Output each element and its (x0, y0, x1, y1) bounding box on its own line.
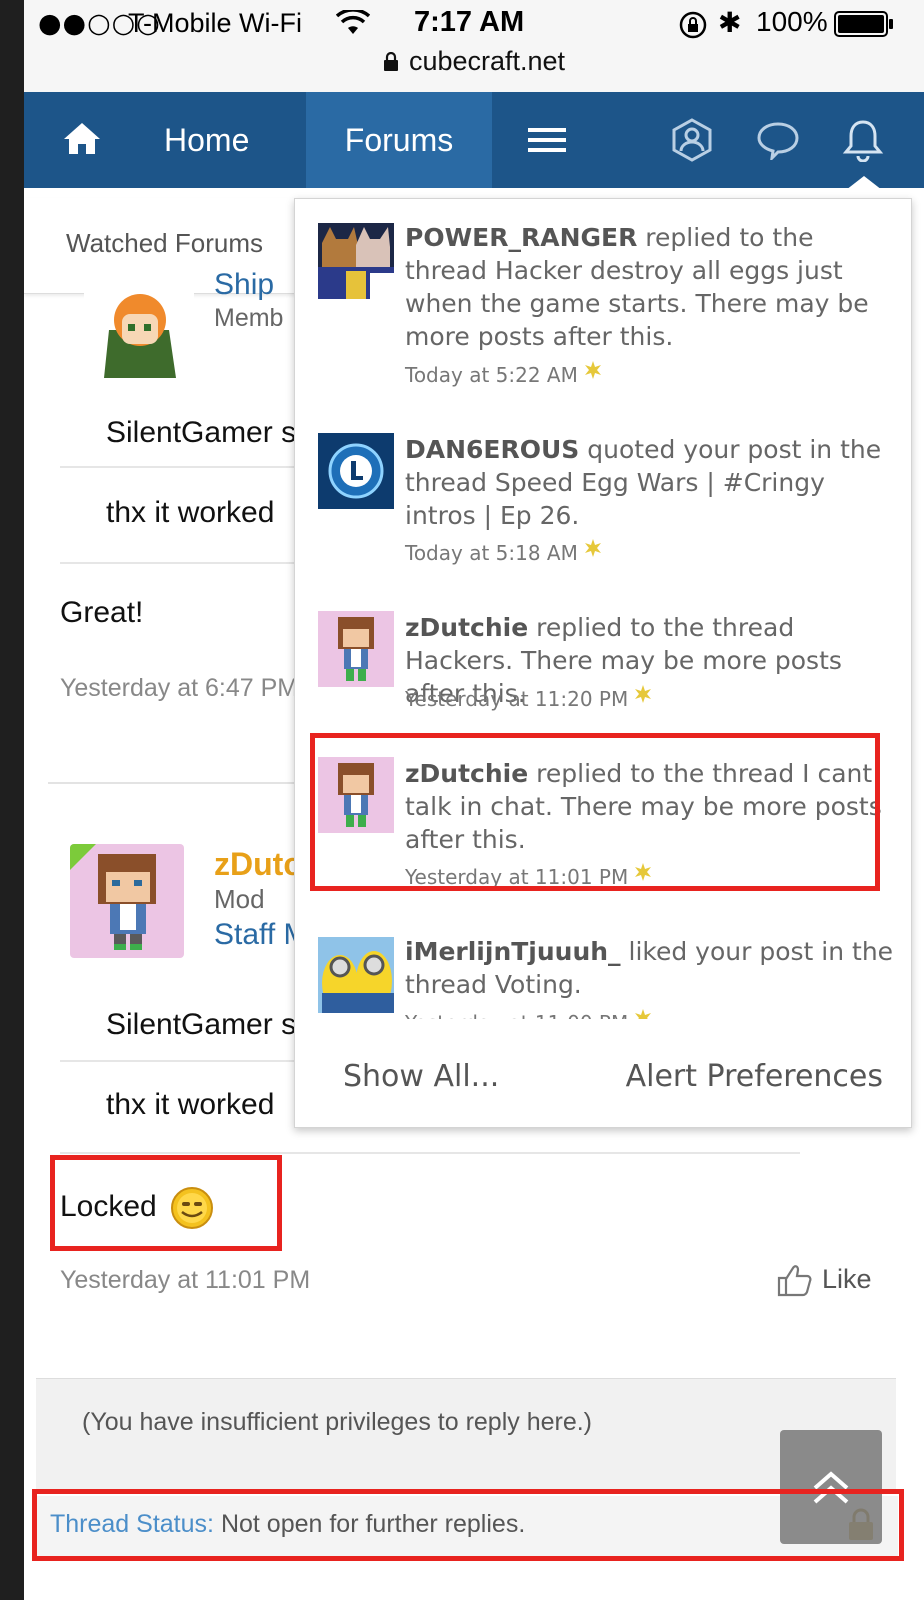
nav-home-link[interactable]: Home (164, 92, 249, 188)
alert-time-text: Today at 5:18 AM (405, 541, 578, 565)
alert-time: Yesterday at 11:20 PM (405, 685, 652, 711)
post-date[interactable]: Yesterday at 11:01 PM (60, 1266, 310, 1295)
post-author-role: Memb (214, 304, 284, 332)
post-message: Great! (60, 596, 144, 629)
reply-notice: (You have insufficient privileges to rep… (82, 1408, 593, 1436)
ios-status-bar: ●●○○○ T-Mobile Wi-Fi 7:17 AM ✱ 100% cube… (24, 0, 924, 92)
avatar[interactable] (84, 290, 194, 378)
bluetooth-icon: ✱ (718, 6, 742, 39)
highlight-box-thread-status (32, 1489, 904, 1561)
alert-username[interactable]: DAN6EROUS (405, 435, 579, 464)
conversations-icon[interactable] (756, 120, 800, 160)
alert-username[interactable]: iMerlijnTjuuuh_ (405, 937, 621, 966)
alert-username[interactable]: POWER_RANGER (405, 223, 637, 252)
secure-lock-icon (383, 52, 398, 71)
alert-time-text: Yesterday at 11:00 PM (405, 1011, 628, 1019)
url-text: cubecraft.net (408, 46, 566, 76)
page: ●●○○○ T-Mobile Wi-Fi 7:17 AM ✱ 100% cube… (24, 0, 924, 1600)
alert-avatar[interactable] (318, 433, 394, 509)
watched-forums-link[interactable]: Watched Forums (66, 228, 263, 259)
alert-time-text: Yesterday at 11:20 PM (405, 687, 629, 711)
avatar[interactable] (70, 844, 184, 958)
alert-username[interactable]: zDutchie (405, 613, 528, 642)
rotation-lock-icon (679, 11, 707, 39)
alert-avatar[interactable] (318, 937, 394, 1013)
battery-percent: 100% (756, 6, 828, 37)
alert-text: iMerlijnTjuuuh_ liked your post in the t… (405, 935, 895, 1001)
menu-icon[interactable] (526, 126, 568, 154)
alerts-list[interactable]: POWER_RANGER replied to the thread Hacke… (295, 199, 911, 1019)
account-icon[interactable] (670, 118, 714, 162)
alert-time-text: Today at 5:22 AM (405, 363, 578, 387)
new-alert-star-icon (584, 361, 601, 379)
highlight-box-locked (50, 1155, 282, 1251)
alerts-footer: Show All... Alert Preferences (295, 1029, 911, 1127)
address-bar[interactable]: cubecraft.net (24, 46, 924, 77)
alert-preferences-link[interactable]: Alert Preferences (626, 1059, 883, 1094)
post-author-role: Mod (214, 884, 265, 914)
nav-forums-tab[interactable]: Forums (306, 92, 492, 188)
alert-time: Yesterday at 11:00 PM (405, 1009, 652, 1019)
quote-author[interactable]: SilentGamer s (106, 1008, 296, 1042)
alert-time: Today at 5:18 AM (405, 539, 602, 565)
post-author-name[interactable]: zDutc (214, 846, 301, 883)
new-alert-star-icon (635, 685, 652, 703)
quote-body: thx it worked (106, 1088, 275, 1121)
alerts-popup: POWER_RANGER replied to the thread Hacke… (294, 198, 912, 1128)
post-author-name[interactable]: Ship (214, 268, 274, 302)
site-navbar: Home Forums (24, 92, 924, 188)
alerts-bell-icon[interactable] (842, 118, 884, 162)
alert-text: DAN6EROUS quoted your post in the thread… (405, 433, 895, 532)
alert-avatar[interactable] (318, 223, 394, 299)
battery-icon (834, 11, 893, 37)
post-date[interactable]: Yesterday at 6:47 PM (60, 674, 298, 703)
popup-pointer (846, 176, 882, 190)
highlight-box-alert (310, 733, 880, 891)
home-icon[interactable] (62, 120, 102, 156)
carrier-name: T-Mobile Wi-Fi (128, 8, 302, 38)
online-indicator (70, 844, 96, 870)
clock-time: 7:17 AM (414, 6, 525, 38)
quote-divider (60, 1152, 800, 1154)
alert-text: POWER_RANGER replied to the thread Hacke… (405, 221, 895, 353)
new-alert-star-icon (635, 1009, 652, 1019)
wifi-icon (336, 10, 370, 34)
new-alert-star-icon (584, 539, 601, 557)
alert-time: Today at 5:22 AM (405, 361, 602, 387)
like-button[interactable]: Like (822, 1264, 872, 1295)
alert-avatar[interactable] (318, 611, 394, 687)
thumbs-up-icon[interactable] (776, 1262, 812, 1298)
show-all-alerts-link[interactable]: Show All... (343, 1059, 499, 1094)
